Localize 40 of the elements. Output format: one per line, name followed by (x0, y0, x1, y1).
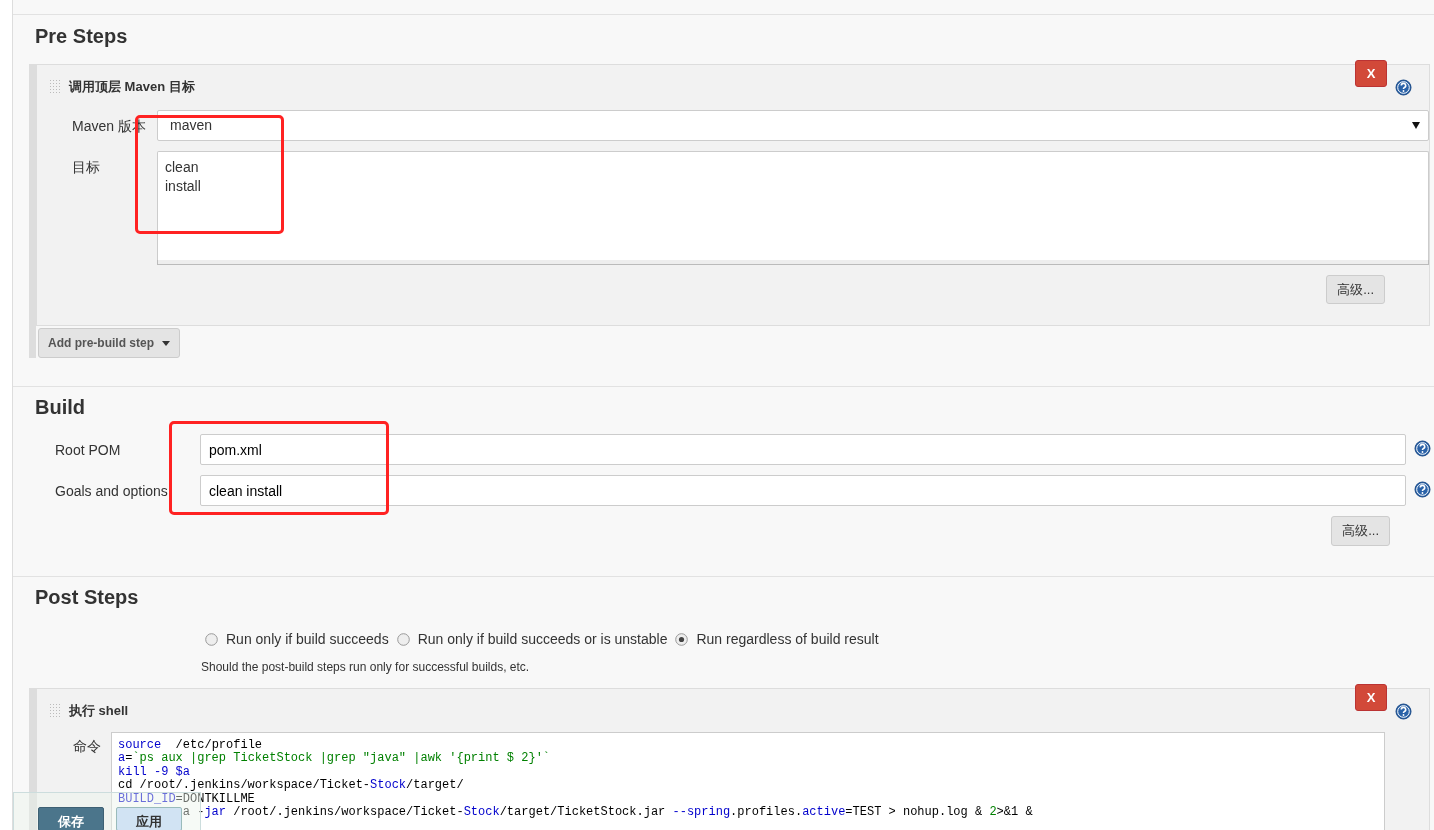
radio-button[interactable] (675, 633, 689, 646)
code-editor[interactable] (111, 731, 1385, 830)
delete-button[interactable]: X (1355, 684, 1387, 711)
section-heading: Build (35, 395, 86, 419)
code-line: source /etc/profile (118, 738, 264, 752)
step-title: 执行 shell (69, 702, 129, 720)
code-line: cd /root/.jenkins/workspace/Ticket-Stock/target/ (118, 779, 465, 793)
caret-icon (162, 340, 170, 346)
code-line: a=`ps aux |grep TicketStock |grep ″java″ |awk '{print $ 2}'` (118, 752, 552, 766)
radio-option[interactable]: Run only if build succeeds or is unstable (396, 629, 668, 650)
add-step-button[interactable]: Add pre-build step (38, 328, 180, 358)
section-heading: Pre Steps (35, 24, 129, 48)
field-label: 命令 (73, 736, 102, 756)
radio-option[interactable]: Run only if build succeeds (205, 629, 389, 650)
hint-text: Should the post-build steps run only for successful builds, etc. (201, 659, 531, 676)
radio-option[interactable]: Run regardless of build result (675, 629, 879, 650)
advanced-button[interactable]: 高级... (1331, 516, 1390, 546)
step-title: 调用顶层 Maven 目标 (69, 78, 195, 96)
help-icon[interactable] (1414, 440, 1431, 458)
code-line: a -jar /root/.jenkins/workspace/Ticket-Stock/target/TicketStock.jar --spring.profiles.active=TEST > nohup.log & 2>&1 & (182, 806, 1034, 820)
select-field[interactable]: maven (157, 109, 1429, 141)
field-label: 目标 (72, 157, 101, 177)
apply-button[interactable]: 应用 (116, 807, 182, 830)
section-heading: Post Steps (35, 585, 140, 609)
radio-button[interactable] (396, 633, 410, 646)
code-line: BUILD_ID=DONTKILLME (118, 792, 256, 806)
field-label: Goals and options (55, 482, 169, 501)
radio-button[interactable] (205, 633, 218, 646)
dropdown-arrow-icon[interactable] (1412, 121, 1420, 129)
delete-button[interactable]: X (1355, 60, 1387, 87)
text-field[interactable]: clean install (200, 475, 1406, 506)
code-line: kill -9 $a (118, 765, 191, 779)
save-button[interactable]: 保存 (38, 807, 104, 830)
help-icon[interactable] (1395, 703, 1412, 720)
advanced-button[interactable]: 高级... (1326, 274, 1385, 304)
field-label: Root POM (55, 441, 122, 460)
text-field[interactable]: pom.xml (200, 434, 1406, 465)
text-area[interactable]: clean install (157, 150, 1429, 260)
help-icon[interactable] (1414, 481, 1431, 499)
help-icon[interactable] (1395, 79, 1412, 96)
